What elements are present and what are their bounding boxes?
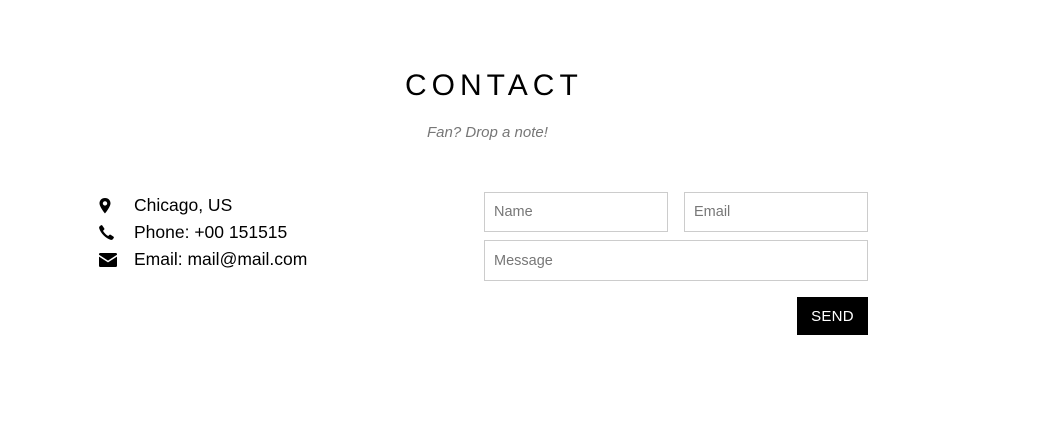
map-marker-icon [99,197,134,214]
name-input[interactable] [484,192,668,232]
info-phone-text: Phone: +00 151515 [134,222,288,242]
email-input[interactable] [684,192,868,232]
info-location-text: Chicago, US [134,195,233,215]
envelope-icon [99,252,134,267]
info-email-text: Email: mail@mail.com [134,249,308,269]
phone-icon [99,225,134,240]
contact-title: CONTACT [405,69,583,102]
contact-info-list: Chicago, US Phone: +00 151515 Email: mai… [99,192,419,273]
info-item-phone: Phone: +00 151515 [99,219,419,246]
info-item-location: Chicago, US [99,192,419,219]
info-item-email: Email: mail@mail.com [99,246,419,273]
message-input[interactable] [484,240,868,281]
send-button[interactable]: SEND [797,297,868,335]
contact-subtitle: Fan? Drop a note! [427,124,548,141]
